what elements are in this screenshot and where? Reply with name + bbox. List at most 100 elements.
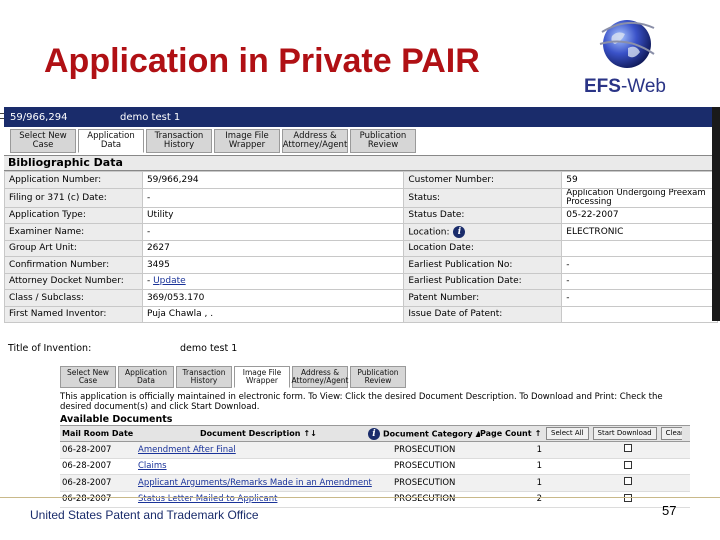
- field-label: Filing or 371 (c) Date:: [4, 187, 143, 208]
- bibliographic-screenshot: 59/966,294 demo test 1 Select New Case A…: [4, 107, 720, 361]
- field-value: Puja Chawla , .: [141, 305, 405, 323]
- documents-list: 06-28-2007 Amendment After Final PROSECU…: [60, 442, 690, 508]
- application-header-bar: 59/966,294 demo test 1: [4, 107, 720, 127]
- field-label: First Named Inventor:: [4, 305, 143, 323]
- document-date: 06-28-2007: [62, 477, 112, 488]
- footer-text: United States Patent and Trademark Offic…: [30, 508, 259, 522]
- header-application-title: demo test 1: [120, 111, 181, 123]
- page-number: 57: [662, 503, 677, 518]
- field-value: [561, 305, 718, 323]
- logo-text-efs: EFS: [584, 76, 621, 97]
- tab-image-file-wrapper[interactable]: Image File Wrapper: [214, 129, 280, 153]
- column-mail-room-date[interactable]: Mail Room Date: [60, 429, 138, 438]
- field-label: Location Date:: [403, 239, 563, 257]
- status-value: Application Undergoing Preexam Processin…: [561, 187, 718, 208]
- tab-transaction-history[interactable]: Transaction History: [146, 129, 212, 153]
- table-row: Group Art Unit: 2627 Location Date:: [4, 239, 718, 257]
- update-link[interactable]: Update: [153, 276, 186, 286]
- field-value: ELECTRONIC: [561, 223, 718, 241]
- select-all-button[interactable]: Select All: [546, 427, 589, 440]
- document-description-link[interactable]: Amendment After Final: [138, 445, 394, 455]
- document-description-link[interactable]: Claims: [138, 461, 394, 471]
- document-category: PROSECUTION: [394, 494, 456, 505]
- table-row: Examiner Name: - Location: i ELECTRONIC: [4, 223, 718, 241]
- table-row: Application Type: Utility Status Date: 0…: [4, 206, 718, 224]
- slide-title: Application in Private PAIR: [44, 42, 480, 80]
- field-value: 3495: [141, 256, 405, 274]
- document-category: PROSECUTION: [394, 477, 456, 488]
- table-row: 06-28-2007 Claims PROSECUTION 1: [60, 459, 690, 475]
- info-icon[interactable]: i: [453, 225, 466, 238]
- field-label: Issue Date of Patent:: [403, 305, 563, 323]
- table-row: 06-28-2007 Applicant Arguments/Remarks M…: [60, 475, 690, 492]
- tab-publication-review[interactable]: Publication Review: [350, 129, 416, 153]
- tab-application-data[interactable]: Application Data: [118, 366, 174, 388]
- bibliographic-table: Application Number: 59/966,294 Customer …: [4, 171, 718, 323]
- field-value: 369/053.170: [141, 289, 405, 307]
- field-value: -: [561, 256, 718, 274]
- field-value: -: [561, 289, 718, 307]
- table-row: Confirmation Number: 3495 Earliest Publi…: [4, 256, 718, 274]
- field-label: Class / Subclass:: [4, 289, 143, 307]
- docket-value-cell: - Update: [141, 272, 405, 290]
- table-row: Class / Subclass: 369/053.170 Patent Num…: [4, 289, 718, 307]
- header-application-number: 59/966,294: [10, 111, 68, 123]
- document-checkbox-cell: [542, 477, 632, 488]
- field-label: Application Type:: [4, 206, 143, 224]
- clear-all-button[interactable]: Clear All: [660, 427, 682, 440]
- table-row: Attorney Docket Number: - Update Earlies…: [4, 272, 718, 290]
- document-description-link[interactable]: Status Letter Mailed to Applicant: [138, 494, 394, 504]
- table-row: Filing or 371 (c) Date: - Status: Applic…: [4, 187, 718, 208]
- field-label: Patent Number:: [403, 289, 563, 307]
- column-category-cell: i Document Category ▲: [368, 427, 480, 440]
- sort-icon[interactable]: ↑↓: [535, 429, 542, 438]
- title-of-invention-row: Title of Invention: demo test 1: [8, 343, 237, 354]
- start-download-button[interactable]: Start Download: [592, 427, 657, 440]
- document-page-count: 1: [536, 477, 542, 488]
- documents-table-header: Mail Room Date Document Description ↑↓ iD…: [60, 426, 690, 442]
- pair-tab-bar: Select New Case Application Data Transac…: [60, 364, 690, 388]
- tab-publication-review[interactable]: Publication Review: [350, 366, 406, 388]
- field-value: -: [141, 187, 405, 208]
- document-page-count: 2: [536, 494, 542, 505]
- title-of-invention-label: Title of Invention:: [8, 343, 92, 354]
- column-page-count[interactable]: Page Count: [480, 429, 532, 438]
- document-checkbox[interactable]: [624, 444, 632, 453]
- document-date: 06-28-2007: [62, 444, 112, 455]
- field-value: 2627: [141, 239, 405, 257]
- table-row: 06-28-2007 Status Letter Mailed to Appli…: [60, 492, 690, 508]
- image-file-wrapper-screenshot: Select New Case Application Data Transac…: [60, 364, 690, 519]
- info-icon[interactable]: i: [368, 427, 380, 440]
- pair-tab-bar: Select New Case Application Data Transac…: [4, 127, 720, 153]
- tab-address-attorney-agent[interactable]: Address & Attorney/Agent: [282, 129, 348, 153]
- tab-select-new-case[interactable]: Select New Case: [10, 129, 76, 153]
- column-description-cell: Document Description ↑↓: [138, 429, 368, 438]
- field-label: Status Date:: [403, 206, 563, 224]
- field-label: Confirmation Number:: [4, 256, 143, 274]
- field-value: -: [561, 272, 718, 290]
- tab-select-new-case[interactable]: Select New Case: [60, 366, 116, 388]
- column-document-category[interactable]: Document Category: [383, 429, 473, 438]
- field-value: 59: [561, 171, 718, 189]
- table-row: Application Number: 59/966,294 Customer …: [4, 171, 718, 189]
- tab-transaction-history[interactable]: Transaction History: [176, 366, 232, 388]
- sort-icon[interactable]: ↑↓: [303, 429, 316, 438]
- status-text: Application Undergoing Preexam Processin…: [566, 188, 706, 207]
- tab-application-data[interactable]: Application Data: [78, 129, 144, 153]
- document-checkbox[interactable]: [624, 460, 632, 469]
- table-row: 06-28-2007 Amendment After Final PROSECU…: [60, 442, 690, 459]
- document-page-count: 1: [536, 461, 542, 472]
- document-checkbox-cell: [542, 444, 632, 455]
- tab-image-file-wrapper[interactable]: Image File Wrapper: [234, 366, 290, 388]
- field-label: Customer Number:: [403, 171, 563, 189]
- document-checkbox[interactable]: [624, 477, 632, 486]
- document-date: 06-28-2007: [62, 461, 112, 472]
- column-document-description[interactable]: Document Description: [200, 429, 300, 438]
- field-label: Location:: [408, 227, 450, 238]
- document-description-link[interactable]: Applicant Arguments/Remarks Made in an A…: [138, 478, 394, 488]
- tab-address-attorney-agent[interactable]: Address & Attorney/Agent: [292, 366, 348, 388]
- scrollbar-edge: [712, 107, 720, 321]
- title-of-invention-value: demo test 1: [180, 343, 238, 354]
- field-value: Utility: [141, 206, 405, 224]
- document-date: 06-28-2007: [62, 494, 112, 505]
